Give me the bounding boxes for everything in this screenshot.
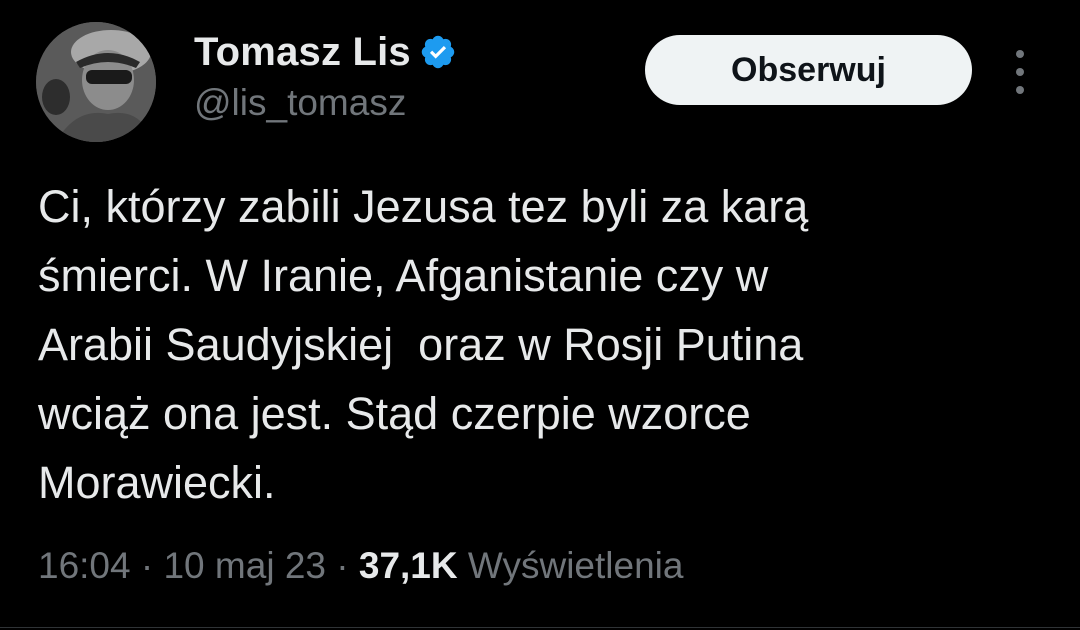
author-handle[interactable]: @lis_tomasz bbox=[194, 82, 406, 124]
tweet-date[interactable]: 10 maj 23 bbox=[163, 545, 326, 587]
tweet-meta: 16:04 · 10 maj 23 · 37,1K Wyświetlenia bbox=[38, 540, 683, 592]
meta-separator: · bbox=[130, 545, 164, 586]
vertical-ellipsis-icon bbox=[1016, 68, 1024, 76]
avatar[interactable] bbox=[36, 22, 156, 142]
meta-separator: · bbox=[325, 545, 359, 586]
divider bbox=[0, 627, 1080, 628]
vertical-ellipsis-icon bbox=[1016, 86, 1024, 94]
author-name-row: Tomasz Lis bbox=[194, 26, 457, 78]
follow-button[interactable]: Obserwuj bbox=[645, 35, 972, 105]
avatar-photo bbox=[36, 22, 156, 142]
tweet-time[interactable]: 16:04 bbox=[38, 545, 131, 587]
author-display-name[interactable]: Tomasz Lis bbox=[194, 30, 411, 75]
tweet-text: Ci, którzy zabili Jezusa tez byli za kar… bbox=[38, 181, 809, 508]
verified-badge-icon[interactable] bbox=[419, 33, 457, 71]
more-options-button[interactable] bbox=[1004, 46, 1036, 98]
views-count[interactable]: 37,1K bbox=[359, 545, 458, 587]
views-label: Wyświetlenia bbox=[457, 545, 684, 586]
vertical-ellipsis-icon bbox=[1016, 50, 1024, 58]
